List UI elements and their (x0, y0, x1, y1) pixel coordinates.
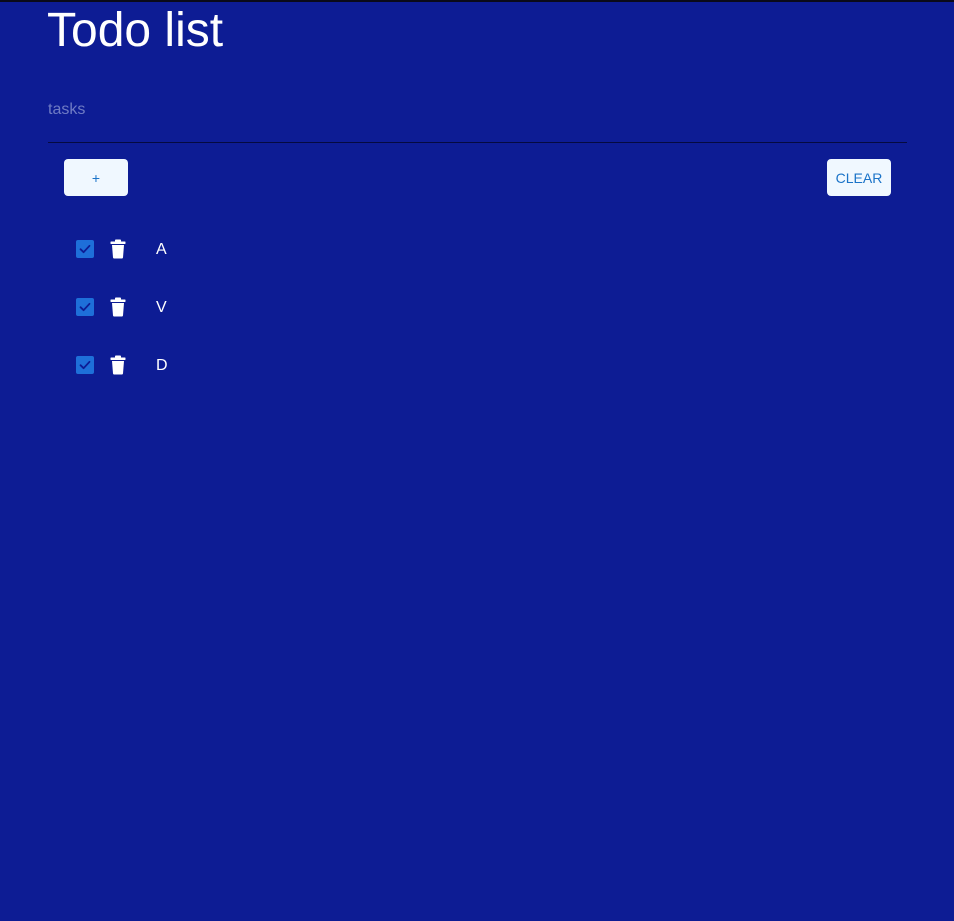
delete-task-button[interactable] (109, 239, 127, 259)
task-checkbox[interactable] (76, 356, 94, 374)
task-item: V (64, 278, 891, 336)
check-icon (79, 360, 91, 370)
task-label: V (156, 299, 167, 316)
page-title: Todo list (47, 4, 224, 57)
trash-icon (110, 355, 126, 375)
task-checkbox[interactable] (76, 240, 94, 258)
top-border (0, 0, 954, 2)
trash-icon (110, 297, 126, 317)
clear-button[interactable]: CLEAR (827, 159, 891, 196)
add-task-button[interactable]: + (64, 159, 128, 196)
check-icon (79, 244, 91, 254)
task-list: A V D (64, 220, 891, 394)
delete-task-button[interactable] (109, 355, 127, 375)
task-input[interactable] (48, 92, 907, 128)
task-item: D (64, 336, 891, 394)
task-input-container (48, 92, 907, 143)
task-item: A (64, 220, 891, 278)
task-label: D (156, 357, 168, 374)
trash-icon (110, 239, 126, 259)
task-checkbox[interactable] (76, 298, 94, 316)
delete-task-button[interactable] (109, 297, 127, 317)
task-label: A (156, 241, 167, 258)
check-icon (79, 302, 91, 312)
